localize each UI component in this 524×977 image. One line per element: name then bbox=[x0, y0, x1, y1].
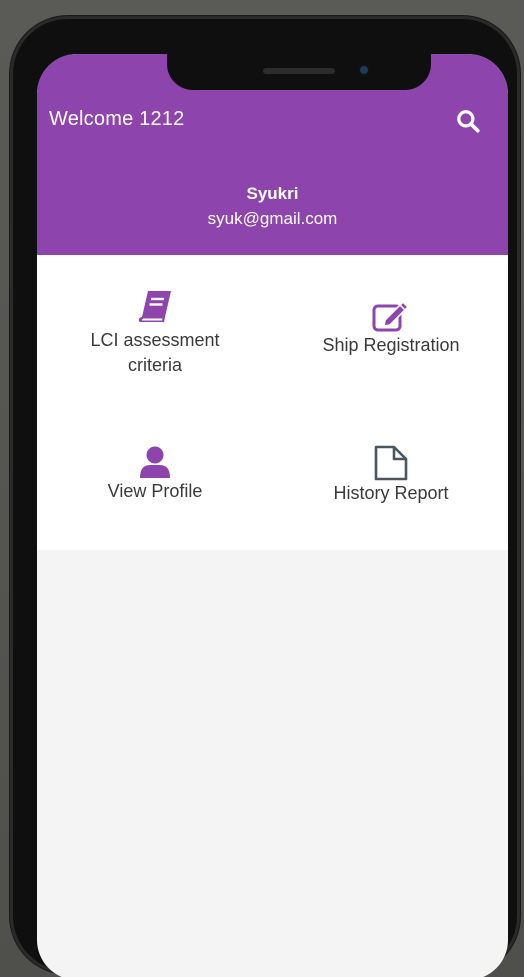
speaker-grille bbox=[263, 68, 335, 74]
file-icon bbox=[374, 445, 408, 481]
menu-item-lci-assessment[interactable]: LCI assessment criteria bbox=[45, 289, 265, 378]
search-button[interactable] bbox=[453, 106, 483, 136]
book-icon bbox=[138, 291, 171, 322]
menu-grid: LCI assessment criteria Ship Registratio… bbox=[37, 255, 508, 550]
menu-item-view-profile[interactable]: View Profile bbox=[45, 445, 265, 504]
user-name: Syukri bbox=[246, 184, 299, 203]
user-email: syuk@gmail.com bbox=[207, 209, 338, 228]
edit-icon bbox=[372, 300, 410, 332]
phone-screen: Welcome 1212 Syukri syuk@gmail.com LCI a… bbox=[37, 54, 508, 977]
menu-item-label: View Profile bbox=[107, 481, 203, 501]
menu-item-label: History Report bbox=[333, 483, 449, 503]
stage-background: Welcome 1212 Syukri syuk@gmail.com LCI a… bbox=[0, 0, 524, 977]
phone-frame: Welcome 1212 Syukri syuk@gmail.com LCI a… bbox=[10, 16, 520, 977]
user-icon bbox=[140, 446, 170, 478]
menu-item-ship-registration[interactable]: Ship Registration bbox=[281, 299, 501, 358]
page-title: Welcome 1212 bbox=[49, 108, 185, 130]
search-icon bbox=[457, 110, 480, 133]
menu-item-label: LCI assessment criteria bbox=[90, 330, 220, 375]
phone-notch bbox=[167, 54, 431, 90]
menu-item-history-report[interactable]: History Report bbox=[281, 445, 501, 506]
front-camera bbox=[360, 66, 368, 74]
menu-item-label: Ship Registration bbox=[322, 335, 460, 355]
